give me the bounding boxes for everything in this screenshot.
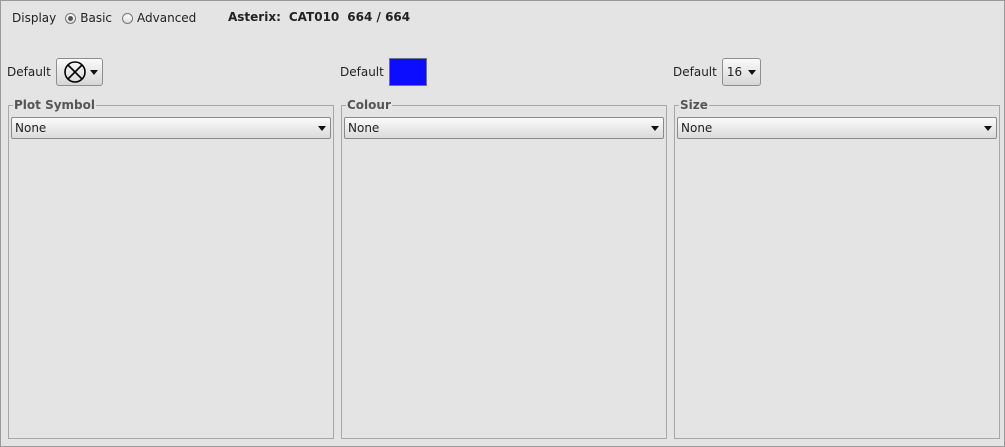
size-select-value: None <box>681 121 713 135</box>
radio-basic-label: Basic <box>80 11 113 25</box>
plot-symbol-panel: Plot Symbol None <box>8 98 334 439</box>
chevron-down-icon <box>651 125 659 131</box>
radio-advanced-indicator[interactable] <box>122 12 134 24</box>
radio-selected-dot <box>68 15 74 21</box>
plot-symbol-select-value: None <box>15 121 47 135</box>
default-size-row: Default 16 <box>673 58 761 86</box>
radio-advanced[interactable]: Advanced <box>122 11 196 25</box>
default-size-dropdown[interactable]: 16 <box>721 58 761 86</box>
default-symbol-row: Default <box>7 58 103 86</box>
display-label: Display <box>12 11 57 25</box>
default-size-label: Default <box>673 65 717 79</box>
display-mode-bar: Display Basic Advanced <box>12 10 206 26</box>
colour-select-value: None <box>348 121 380 135</box>
window-frame: Display Basic Advanced Asterix: CAT010 6… <box>0 0 1005 447</box>
radio-basic-indicator[interactable] <box>65 12 77 24</box>
radio-basic[interactable]: Basic <box>65 11 112 25</box>
colour-title: Colour <box>346 98 392 112</box>
default-symbol-label: Default <box>7 65 51 79</box>
chevron-down-icon <box>984 125 992 131</box>
size-panel: Size None <box>674 98 1000 439</box>
size-select[interactable]: None <box>677 117 997 139</box>
radio-advanced-label: Advanced <box>137 11 197 25</box>
asterix-status: Asterix: CAT010 664 / 664 <box>228 10 410 24</box>
asterix-label: Asterix: <box>228 10 281 24</box>
chevron-down-icon <box>89 69 98 75</box>
chevron-down-icon <box>318 125 326 131</box>
default-size-value: 16 <box>726 65 743 79</box>
default-symbol-dropdown[interactable] <box>55 58 103 86</box>
default-colour-swatch[interactable] <box>388 58 427 86</box>
colour-panel: Colour None <box>341 98 667 439</box>
asterix-category: CAT010 <box>288 10 340 24</box>
default-colour-label: Default <box>340 65 384 79</box>
colour-select[interactable]: None <box>344 117 664 139</box>
default-colour-row: Default <box>340 58 427 86</box>
circle-x-symbol-icon <box>64 61 86 83</box>
asterix-count: 664 / 664 <box>347 10 411 24</box>
size-title: Size <box>679 98 709 112</box>
plot-symbol-select[interactable]: None <box>11 117 331 139</box>
chevron-down-icon <box>747 69 756 75</box>
plot-symbol-title: Plot Symbol <box>13 98 96 112</box>
